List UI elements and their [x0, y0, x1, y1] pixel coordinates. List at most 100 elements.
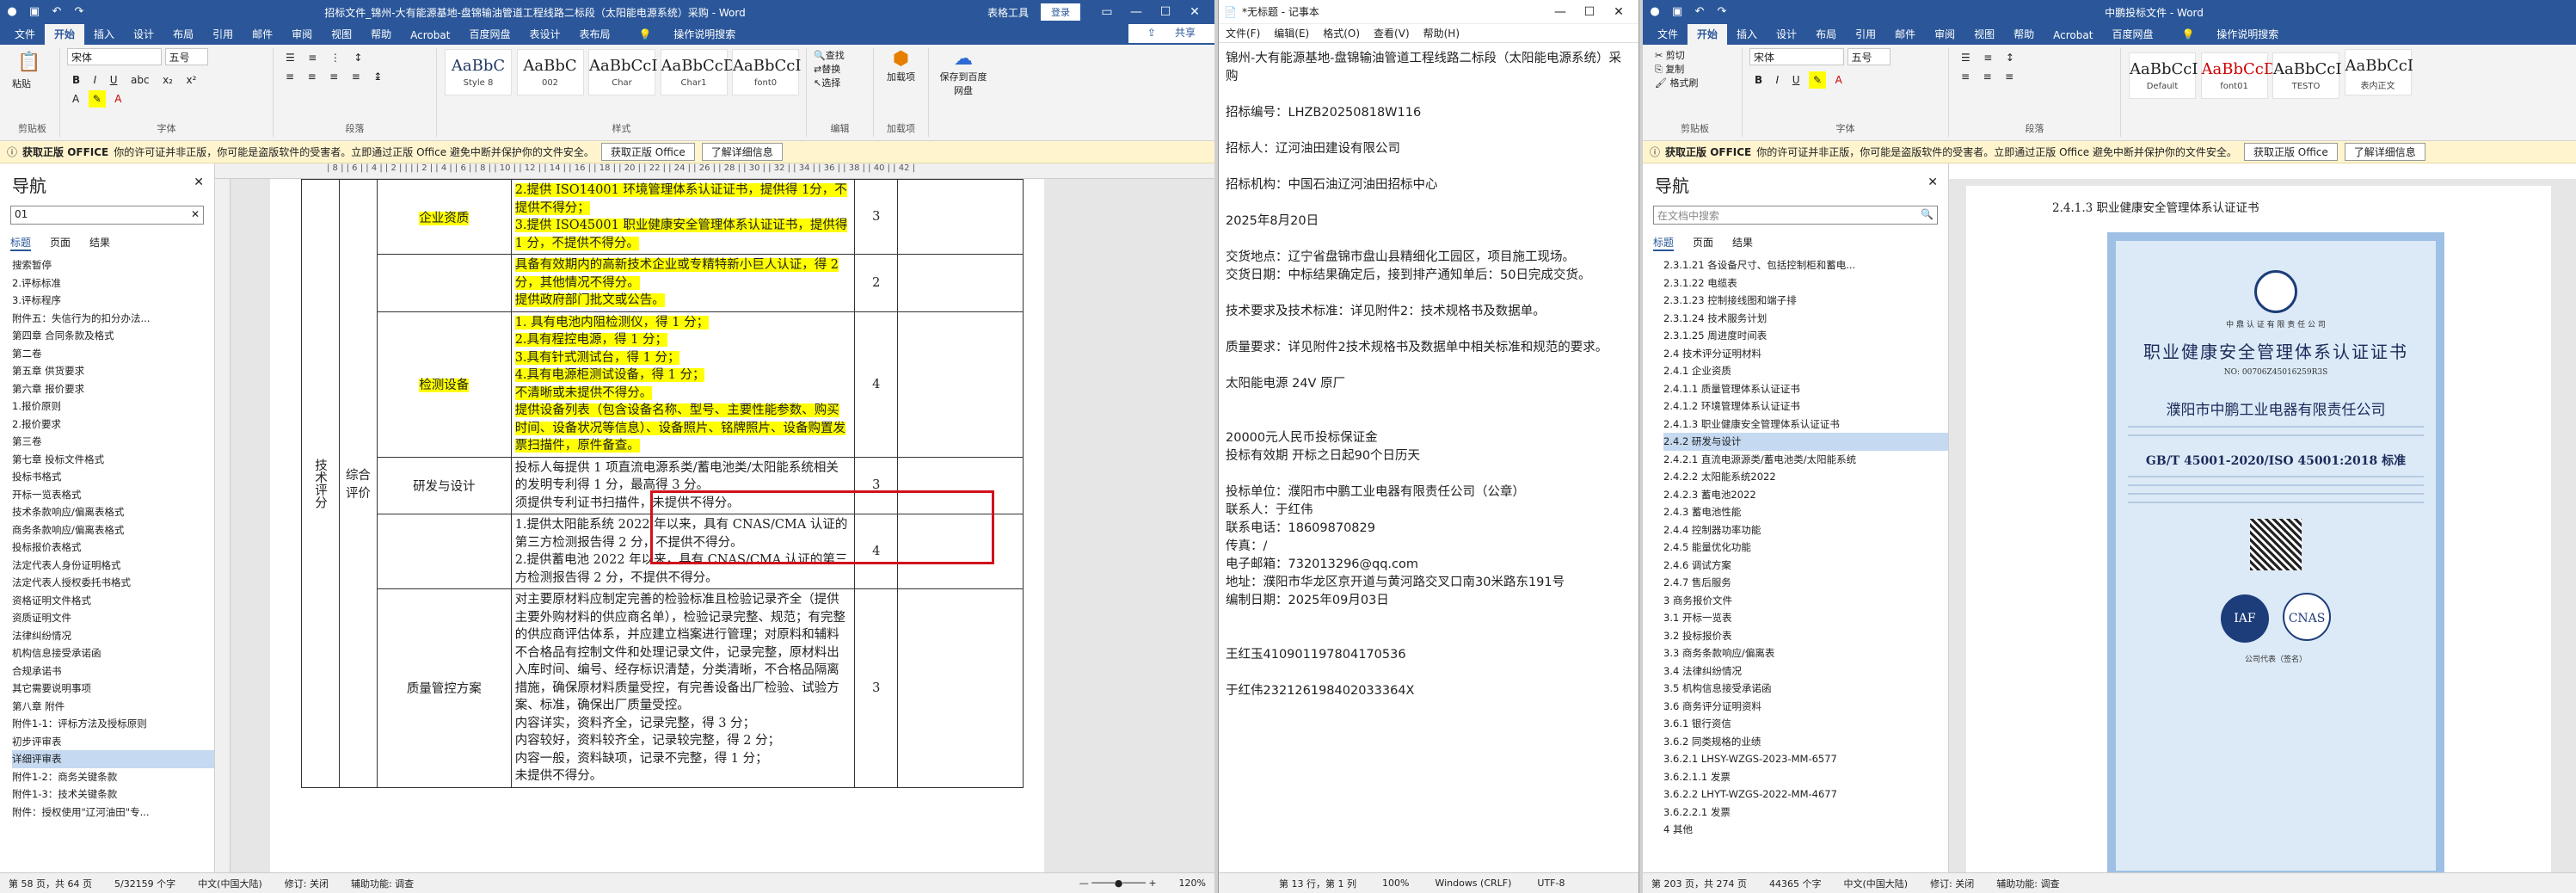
track-changes-status[interactable]: 修订: 关闭: [1930, 877, 1974, 890]
subscript-icon[interactable]: x₂: [158, 71, 177, 89]
highlight-icon[interactable]: ✎: [1809, 71, 1827, 89]
numbering-icon[interactable]: ≡: [304, 49, 321, 66]
word-count[interactable]: 5/32159 个字: [114, 877, 175, 890]
bold-icon[interactable]: B: [1750, 71, 1767, 89]
align-right-icon[interactable]: ≡: [325, 68, 342, 85]
maximize-icon[interactable]: ☐: [1575, 5, 1604, 19]
nav-heading-item[interactable]: 2.4 技术评分证明材料: [1663, 345, 1948, 363]
nav-heading-item[interactable]: 第六章 报价要求: [12, 380, 214, 398]
maximize-icon[interactable]: ☐: [1151, 5, 1180, 19]
tab-insert[interactable]: 插入: [84, 24, 124, 45]
item-cell[interactable]: 研发与设计: [376, 456, 512, 514]
numbering-icon[interactable]: ≡: [1979, 49, 1996, 66]
nav-heading-item[interactable]: 第八章 附件: [12, 698, 214, 716]
remark-cell[interactable]: [897, 179, 1024, 255]
justify-icon[interactable]: ≡: [2001, 68, 2018, 85]
item-cell[interactable]: 检测设备: [376, 311, 512, 458]
nav-heading-item[interactable]: 2.4.4 控制器功率功能: [1663, 521, 1948, 539]
notepad-text-area[interactable]: 锦州-大有能源基地-盘锦输油管道工程线路二标段（太阳能电源系统）采购 招标编号：L…: [1219, 43, 1638, 707]
nav-tab-results[interactable]: 结果: [89, 235, 110, 251]
nav-heading-item[interactable]: 2.4.1.3 职业健康安全管理体系认证证书: [1663, 416, 1948, 434]
tab-file[interactable]: 文件: [5, 24, 45, 45]
nav-heading-item[interactable]: 附件：授权使用"辽河油田"专...: [12, 804, 214, 822]
accessibility-status[interactable]: 辅助功能: 调查: [351, 877, 414, 890]
nav-heading-item[interactable]: 1.报价原则: [12, 397, 214, 416]
zoom-slider[interactable]: — ────●──── +: [1079, 878, 1157, 889]
tab-review[interactable]: 审阅: [282, 24, 322, 45]
justify-icon[interactable]: ≡: [347, 68, 365, 85]
style-gallery-item[interactable]: AaBbCcDd font01: [2200, 52, 2286, 99]
nav-heading-item[interactable]: 4 其他: [1663, 821, 1948, 839]
autosave-icon[interactable]: ●: [5, 5, 19, 19]
vertical-ruler[interactable]: [215, 179, 231, 872]
nav-heading-item[interactable]: 2.报价要求: [12, 416, 214, 434]
nav-heading-item[interactable]: 投标报价表格式: [12, 539, 214, 557]
nav-heading-item[interactable]: 2.3.1.25 周进度时间表: [1663, 327, 1948, 345]
menu-help[interactable]: 帮助(H): [1423, 26, 1460, 40]
menu-format[interactable]: 格式(O): [1323, 26, 1360, 40]
word-count[interactable]: 44365 个字: [1769, 877, 1822, 890]
font-size-combo[interactable]: 五号: [1847, 48, 1891, 65]
font-color-icon[interactable]: A: [1831, 71, 1847, 89]
nav-search-input[interactable]: 在文档中搜索 🔍: [1653, 206, 1938, 225]
nav-heading-item[interactable]: 技术条款响应/偏离表格式: [12, 503, 214, 521]
nav-heading-item[interactable]: 2.4.1 企业资质: [1663, 362, 1948, 380]
nav-close-icon[interactable]: ✕: [1927, 176, 1948, 189]
score-cell[interactable]: 4: [854, 311, 899, 458]
nav-heading-item[interactable]: 3.6.2.2 LHYT-WZGS-2022-MM-4677: [1663, 785, 1948, 804]
nav-search-input[interactable]: 01 ✕: [10, 206, 204, 225]
close-icon[interactable]: ✕: [1180, 5, 1209, 19]
nav-heading-item[interactable]: 搜索暂停: [12, 256, 214, 274]
tab-mailings[interactable]: 邮件: [243, 24, 282, 45]
style-gallery-item[interactable]: AaBbCcI Char: [588, 49, 657, 95]
criteria-cell[interactable]: 具备有效期内的高新技术企业或专精特新小巨人认证，得 2 分，其他情况不得分。 提供…: [510, 254, 856, 312]
tab-baidu[interactable]: 百度网盘: [459, 24, 520, 45]
save-icon[interactable]: ▣: [28, 5, 41, 19]
page-count[interactable]: 第 58 页，共 64 页: [9, 877, 92, 890]
format-painter-button[interactable]: 🖌 格式刷: [1655, 76, 1735, 89]
nav-heading-item[interactable]: 3.6.2.1 LHSY-WZGS-2023-MM-6577: [1663, 750, 1948, 768]
nav-heading-item[interactable]: 其它需要说明事项: [12, 680, 214, 698]
bullets-icon[interactable]: ☰: [281, 49, 299, 66]
remark-cell[interactable]: [897, 311, 1024, 458]
text-effects-icon[interactable]: A: [68, 90, 83, 108]
multilevel-icon[interactable]: ⋮: [326, 49, 345, 66]
score-cell[interactable]: 3: [854, 588, 899, 788]
redo-icon[interactable]: ↷: [72, 5, 86, 19]
italic-icon[interactable]: I: [1772, 71, 1784, 89]
strikethrough-icon[interactable]: abc: [126, 71, 154, 89]
ribbon-display-icon[interactable]: ▭: [1092, 5, 1122, 19]
underline-icon[interactable]: U: [106, 71, 122, 89]
align-left-icon[interactable]: ≡: [281, 68, 298, 85]
nav-heading-item[interactable]: 机构信息接受承诺函: [12, 644, 214, 662]
page-count[interactable]: 第 203 页，共 274 页: [1651, 877, 1747, 890]
tell-me-search[interactable]: 💡 操作说明搜索: [2162, 24, 2297, 45]
baidu-cloud-icon[interactable]: ☁: [936, 48, 991, 70]
italic-icon[interactable]: I: [89, 71, 101, 89]
nav-heading-item[interactable]: 2.4.2.3 蓄电池2022: [1663, 486, 1948, 504]
item-cell[interactable]: [376, 254, 512, 312]
language-indicator[interactable]: 中文(中国大陆): [198, 877, 262, 890]
undo-icon[interactable]: ↶: [50, 5, 64, 19]
clear-search-icon[interactable]: ✕: [191, 208, 200, 222]
remark-cell[interactable]: [897, 254, 1024, 312]
nav-tab-pages[interactable]: 页面: [1693, 235, 1713, 251]
tab-view[interactable]: 视图: [1964, 24, 2004, 45]
align-center-icon[interactable]: ≡: [304, 68, 321, 85]
nav-heading-item[interactable]: 法定代表人授权委托书格式: [12, 574, 214, 592]
nav-heading-item[interactable]: 第五章 供货要求: [12, 362, 214, 380]
tab-baidu[interactable]: 百度网盘: [2102, 24, 2162, 45]
tab-references[interactable]: 引用: [1846, 24, 1885, 45]
tab-design[interactable]: 设计: [124, 24, 163, 45]
superscript-icon[interactable]: x²: [182, 71, 201, 89]
style-gallery-item[interactable]: AaBbCcI TESTO: [2272, 52, 2341, 99]
nav-heading-item[interactable]: 2.4.2.1 直流电源源类/蓄电池类/太阳能系统: [1663, 451, 1948, 469]
login-button[interactable]: 登录: [1041, 3, 1080, 21]
nav-heading-item[interactable]: 3.3 商务条款响应/偏离表: [1663, 644, 1948, 662]
nav-heading-item[interactable]: 2.3.1.22 电缆表: [1663, 274, 1948, 293]
font-size-combo[interactable]: 五号: [164, 48, 208, 65]
style-gallery-item[interactable]: AaBbCcI font0: [732, 49, 801, 95]
nav-heading-item[interactable]: 3.6.1 银行资信: [1663, 715, 1948, 733]
item-cell[interactable]: 质量管控方案: [376, 588, 512, 788]
menu-view[interactable]: 查看(V): [1374, 26, 1410, 40]
